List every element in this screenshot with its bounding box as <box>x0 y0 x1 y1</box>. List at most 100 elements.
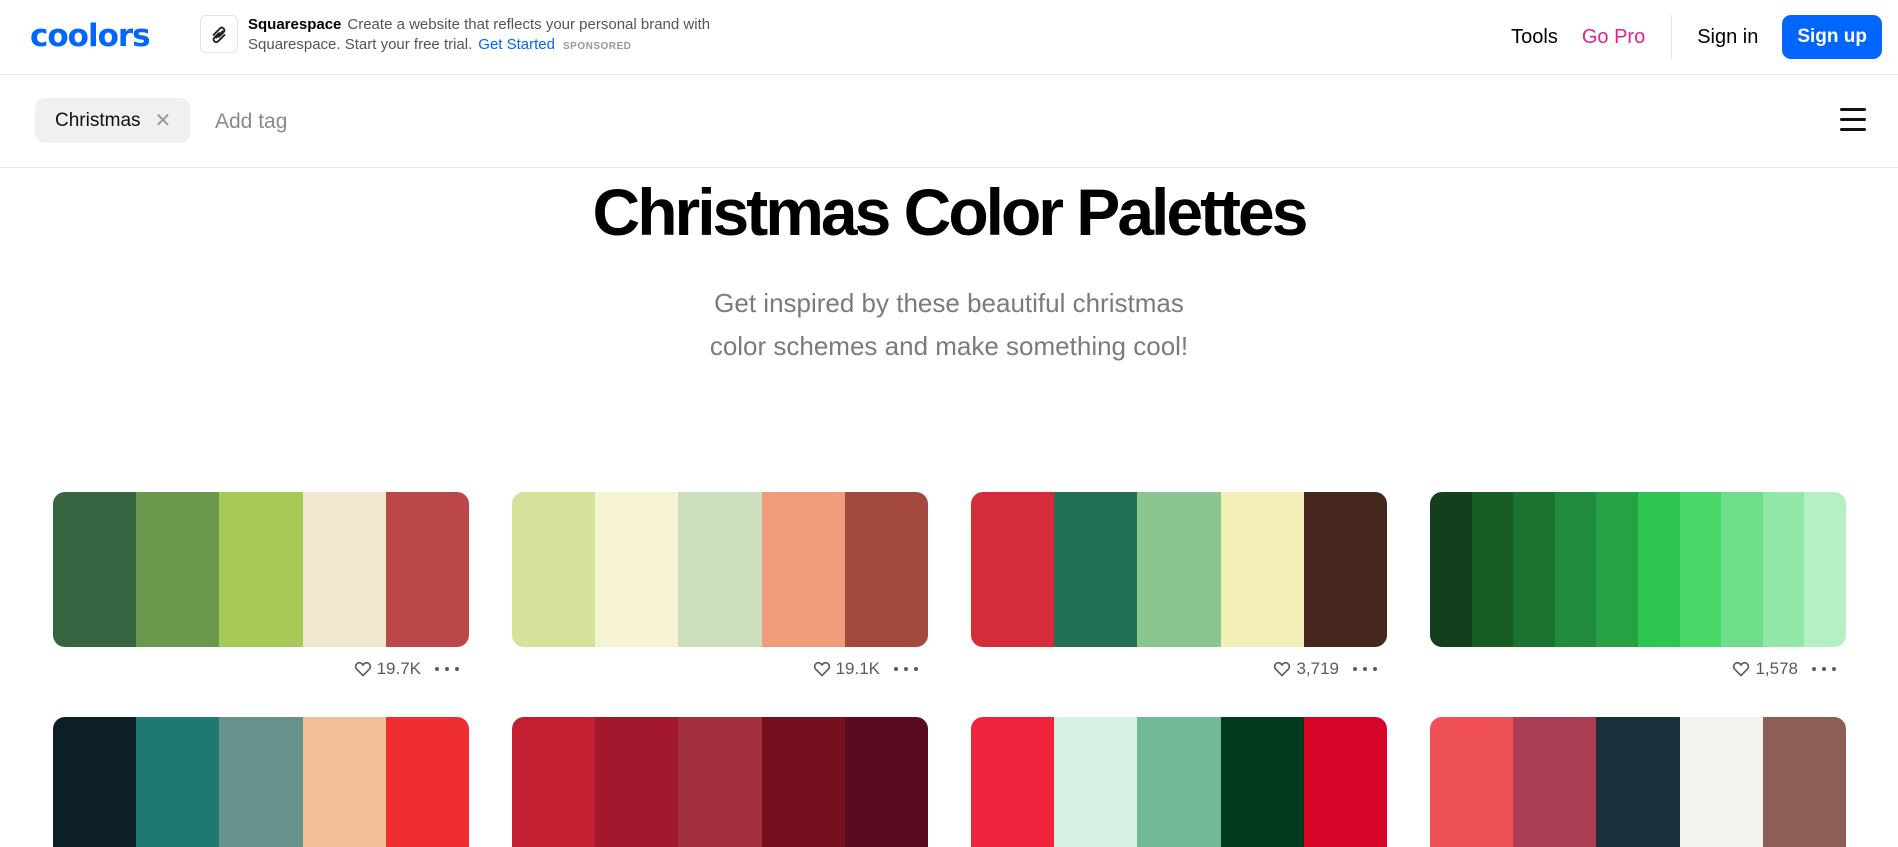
palette-swatches[interactable] <box>53 492 469 647</box>
color-swatch[interactable] <box>1679 717 1763 847</box>
palette-swatches[interactable] <box>512 717 928 847</box>
color-swatch[interactable] <box>844 717 928 847</box>
palette-swatches[interactable] <box>1430 717 1846 847</box>
more-icon[interactable] <box>894 659 918 679</box>
nav-go-pro[interactable]: Go Pro <box>1570 15 1657 59</box>
color-swatch[interactable] <box>844 492 928 647</box>
color-swatch[interactable] <box>1596 492 1638 647</box>
palette-card[interactable] <box>971 717 1387 847</box>
color-swatch[interactable] <box>761 492 845 647</box>
ad-brand: Squarespace <box>248 16 342 33</box>
color-swatch[interactable] <box>1430 492 1472 647</box>
color-swatch[interactable] <box>1679 492 1722 647</box>
color-swatch[interactable] <box>761 717 845 847</box>
color-swatch[interactable] <box>1137 492 1221 647</box>
palette-meta: 19.1K <box>512 647 928 691</box>
squarespace-logo-icon <box>200 15 238 53</box>
nav-tools[interactable]: Tools <box>1499 15 1570 59</box>
color-swatch[interactable] <box>1137 717 1221 847</box>
page-subtitle-line2: color schemes and make something cool! <box>709 331 1189 361</box>
color-swatch[interactable] <box>1637 492 1680 647</box>
palette-swatches[interactable] <box>971 492 1387 647</box>
color-swatch[interactable] <box>1220 717 1304 847</box>
like-button[interactable]: 1,578 <box>1732 659 1798 679</box>
palette-card[interactable]: 3,719 <box>971 492 1387 691</box>
color-swatch[interactable] <box>1220 492 1304 647</box>
color-swatch[interactable] <box>302 492 386 647</box>
more-icon[interactable] <box>435 659 459 679</box>
like-count: 3,719 <box>1296 659 1339 678</box>
color-swatch[interactable] <box>219 492 303 647</box>
color-swatch[interactable] <box>385 492 469 647</box>
more-icon[interactable] <box>1812 659 1836 679</box>
color-swatch[interactable] <box>1596 717 1680 847</box>
sponsored-ad[interactable]: Squarespace Create a website that reflect… <box>200 15 728 57</box>
color-swatch[interactable] <box>1513 717 1597 847</box>
color-swatch[interactable] <box>302 717 386 847</box>
palette-meta: 1,578 <box>1430 647 1846 691</box>
color-swatch[interactable] <box>1303 717 1387 847</box>
palette-meta: 3,719 <box>971 647 1387 691</box>
header-nav: Tools Go Pro Sign in Sign up <box>1499 15 1882 59</box>
page-subtitle: Get inspired by these beautiful christma… <box>649 282 1249 368</box>
color-swatch[interactable] <box>1054 492 1138 647</box>
color-swatch[interactable] <box>1430 717 1514 847</box>
palette-swatches[interactable] <box>971 717 1387 847</box>
color-swatch[interactable] <box>678 492 762 647</box>
color-swatch[interactable] <box>1721 492 1763 647</box>
like-button[interactable]: 19.7K <box>354 659 421 679</box>
hamburger-menu-icon[interactable] <box>1840 108 1866 132</box>
color-swatch[interactable] <box>512 717 596 847</box>
color-swatch[interactable] <box>385 717 469 847</box>
palette-swatches[interactable] <box>53 717 469 847</box>
sign-up-button[interactable]: Sign up <box>1782 15 1882 59</box>
color-swatch[interactable] <box>1513 492 1555 647</box>
palette-swatches[interactable] <box>1430 492 1846 647</box>
close-icon[interactable]: ✕ <box>155 108 172 133</box>
heart-icon <box>1274 661 1291 677</box>
color-swatch[interactable] <box>595 492 679 647</box>
ad-sponsored-label: SPONSORED <box>563 41 632 52</box>
heart-icon <box>813 661 830 677</box>
color-swatch[interactable] <box>971 492 1055 647</box>
more-icon[interactable] <box>1353 659 1377 679</box>
tag-chip-christmas[interactable]: Christmas ✕ <box>35 98 191 143</box>
like-button[interactable]: 3,719 <box>1273 659 1339 679</box>
nav-divider <box>1671 15 1673 59</box>
palette-meta: 19.7K <box>53 647 469 691</box>
color-swatch[interactable] <box>1762 717 1846 847</box>
color-swatch[interactable] <box>53 717 137 847</box>
color-swatch[interactable] <box>53 492 137 647</box>
color-swatch[interactable] <box>1054 717 1138 847</box>
ad-get-started-link[interactable]: Get Started <box>478 36 555 53</box>
palette-card[interactable]: 19.7K <box>53 492 469 691</box>
palette-card[interactable]: 1,578 <box>1430 492 1846 691</box>
palette-card[interactable] <box>53 717 469 847</box>
like-button[interactable]: 19.1K <box>813 659 880 679</box>
color-swatch[interactable] <box>595 717 679 847</box>
color-swatch[interactable] <box>136 492 220 647</box>
color-swatch[interactable] <box>136 717 220 847</box>
coolors-logo[interactable]: coolors <box>30 20 151 53</box>
like-count: 1,578 <box>1755 659 1798 678</box>
palette-card[interactable]: 19.1K <box>512 492 928 691</box>
palette-swatches[interactable] <box>512 492 928 647</box>
color-swatch[interactable] <box>1804 492 1846 647</box>
color-swatch[interactable] <box>1303 492 1387 647</box>
palette-card[interactable] <box>512 717 928 847</box>
page-subtitle-line1: Get inspired by these beautiful christma… <box>714 288 1184 318</box>
color-swatch[interactable] <box>1554 492 1597 647</box>
color-swatch[interactable] <box>1762 492 1805 647</box>
sign-in-link[interactable]: Sign in <box>1685 15 1770 59</box>
palette-card[interactable] <box>1430 717 1846 847</box>
top-header: coolors Squarespace Create a website that… <box>0 0 1898 75</box>
color-swatch[interactable] <box>971 717 1055 847</box>
heart-icon <box>354 661 371 677</box>
color-swatch[interactable] <box>1471 492 1514 647</box>
page-title: Christmas Color Palettes <box>592 175 1309 249</box>
color-swatch[interactable] <box>512 492 596 647</box>
add-tag-input[interactable] <box>215 102 515 142</box>
color-swatch[interactable] <box>678 717 762 847</box>
color-swatch[interactable] <box>219 717 303 847</box>
heart-icon <box>1733 661 1750 677</box>
